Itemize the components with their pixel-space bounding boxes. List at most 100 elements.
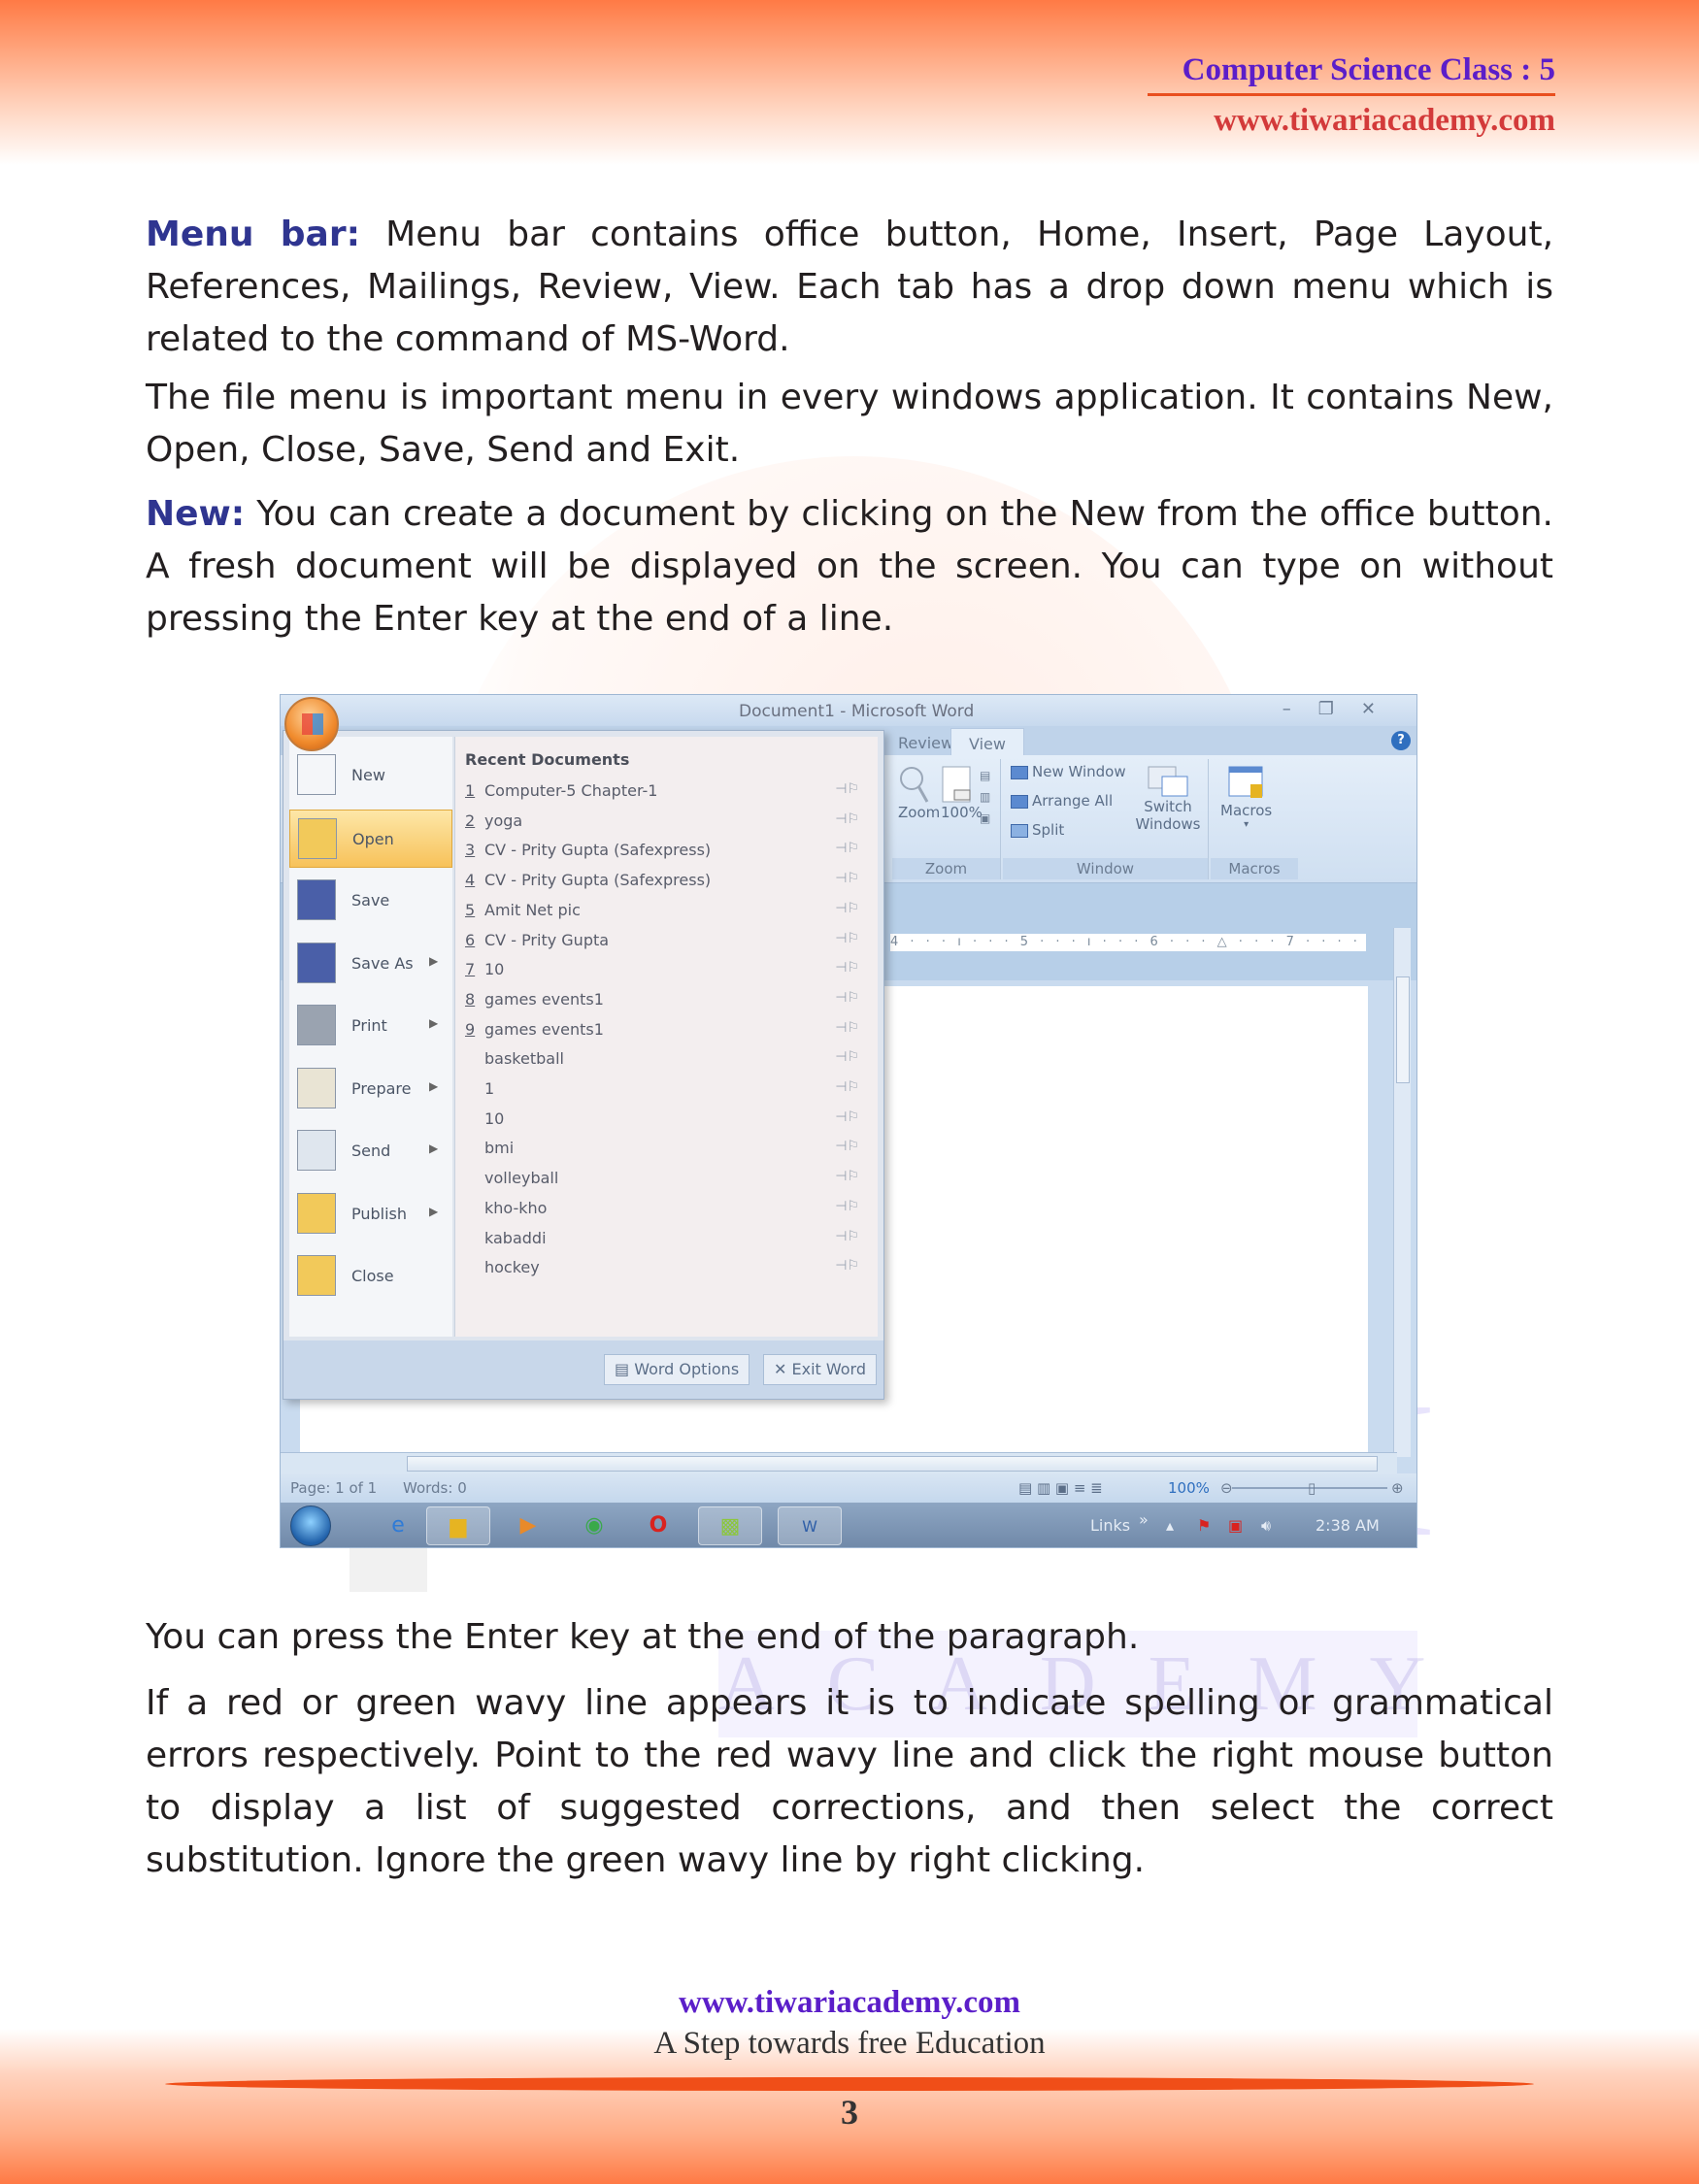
vertical-scroll-thumb[interactable] [1396,976,1410,1083]
new-window-icon [1011,765,1028,779]
exit-word-button[interactable]: ✕ Exit Word [763,1354,878,1385]
links-expand-icon[interactable]: » [1139,1510,1149,1529]
picture-viewer-icon[interactable]: ▩ [698,1506,762,1545]
office-menu-item[interactable]: Close [289,1247,452,1306]
zoom-button[interactable]: Zoom [898,765,940,821]
close-icon[interactable]: ✕ [1361,699,1403,719]
word-taskbar-icon[interactable]: W [778,1506,842,1545]
pin-icon[interactable]: ⊣⚐ [835,1258,859,1274]
recent-document-item[interactable]: 6 CV - Prity Gupta ⊣⚐ [465,931,863,960]
recent-document-item[interactable]: kho-kho ⊣⚐ [465,1199,863,1228]
recent-document-item[interactable]: hockey ⊣⚐ [465,1258,863,1287]
recent-document-name: bmi [484,1139,515,1158]
tab-review[interactable]: Review [898,734,953,752]
office-menu-item[interactable]: Save As ▶ [289,935,452,993]
office-menu-item[interactable]: Save [289,872,452,930]
recent-document-item[interactable]: 1 ⊣⚐ [465,1079,863,1109]
office-menu-item[interactable]: Publish ▶ [289,1185,452,1243]
split-icon [1011,823,1028,838]
zoom-out-icon[interactable]: ⊖ [1220,1479,1233,1497]
new-window-button[interactable]: New Window [1011,763,1126,780]
recent-document-item[interactable]: kabaddi ⊣⚐ [465,1229,863,1258]
macros-button[interactable]: Macros ▾ [1220,765,1272,830]
pin-icon[interactable]: ⊣⚐ [835,1229,859,1244]
zoom-group-label: Zoom [892,858,1000,879]
help-icon[interactable]: ? [1391,731,1411,750]
split-button[interactable]: Split [1011,821,1064,839]
recent-document-item[interactable]: 1 Computer-5 Chapter-1 ⊣⚐ [465,781,863,811]
zoom-100-button[interactable]: 100% [941,765,983,821]
recent-document-item[interactable]: basketball ⊣⚐ [465,1049,863,1078]
pin-icon[interactable]: ⊣⚐ [835,960,859,976]
pin-icon[interactable]: ⊣⚐ [835,931,859,946]
office-menu-item[interactable]: Send ▶ [289,1122,452,1180]
internet-explorer-icon[interactable]: e [378,1506,418,1545]
recent-document-item[interactable]: 8 games events1 ⊣⚐ [465,990,863,1019]
vertical-scrollbar[interactable] [1393,928,1411,1457]
view-mode-icons[interactable]: ▤ ▥ ▣ ≡ ≣ [1018,1479,1103,1497]
footer-url[interactable]: www.tiwariacademy.com [0,1985,1699,2021]
minimize-icon[interactable]: – [1283,699,1318,719]
submenu-arrow-icon: ▶ [429,1204,439,1218]
pin-icon[interactable]: ⊣⚐ [835,1169,859,1184]
chrome-icon[interactable]: ◉ [574,1506,615,1545]
pin-icon[interactable]: ⊣⚐ [835,1020,859,1036]
ribbon-group-macros: Macros ▾ Macros [1211,759,1298,879]
save-as-icon [297,942,336,983]
file-explorer-icon[interactable]: ▆ [426,1506,490,1545]
horizontal-ruler[interactable]: 4 · · · ı · · · 5 · · · ı · · · 6 · · · … [890,934,1366,951]
word-count: Words: 0 [403,1479,467,1497]
recent-document-item[interactable]: 4 CV - Prity Gupta (Safexpress) ⊣⚐ [465,871,863,900]
pin-icon[interactable]: ⊣⚐ [835,811,859,827]
zoom-in-icon[interactable]: ⊕ [1391,1479,1404,1497]
pin-icon[interactable]: ⊣⚐ [835,841,859,856]
network-icon[interactable]: ▣ [1228,1516,1243,1535]
recent-document-item[interactable]: 9 games events1 ⊣⚐ [465,1020,863,1049]
header-url[interactable]: www.tiwariacademy.com [1148,100,1555,141]
recent-document-item[interactable]: 5 Amit Net pic ⊣⚐ [465,901,863,930]
recent-document-item[interactable]: volleyball ⊣⚐ [465,1169,863,1198]
pin-icon[interactable]: ⊣⚐ [835,1049,859,1065]
pin-icon[interactable]: ⊣⚐ [835,781,859,797]
pin-icon[interactable]: ⊣⚐ [835,871,859,886]
recent-document-item[interactable]: 7 10 ⊣⚐ [465,960,863,989]
volume-icon[interactable]: 🔊︎ [1261,1516,1271,1536]
pin-icon[interactable]: ⊣⚐ [835,990,859,1006]
submenu-arrow-icon: ▶ [429,1016,439,1030]
recent-document-item[interactable]: 2 yoga ⊣⚐ [465,811,863,841]
page-view-icons[interactable]: ▤ ▥ ▣ [980,765,990,829]
arrange-all-button[interactable]: Arrange All [1011,792,1113,810]
opera-icon[interactable]: O [638,1506,679,1545]
office-menu-item[interactable]: Print ▶ [289,997,452,1055]
arrange-all-icon [1011,794,1028,809]
recent-document-item[interactable]: bmi ⊣⚐ [465,1139,863,1168]
clock[interactable]: 2:38 AM [1316,1516,1380,1535]
horizontal-scrollbar[interactable] [281,1452,1397,1473]
media-player-icon[interactable]: ▶ [508,1506,549,1545]
start-button[interactable] [290,1506,331,1546]
word-options-button[interactable]: ▤ Word Options [604,1354,750,1385]
recent-document-item[interactable]: 3 CV - Prity Gupta (Safexpress) ⊣⚐ [465,841,863,870]
restore-icon[interactable]: ❐ [1318,699,1361,719]
action-center-icon[interactable]: ⚑ [1197,1516,1211,1535]
header-divider [1148,93,1555,96]
pin-icon[interactable]: ⊣⚐ [835,1109,859,1125]
switch-windows-button[interactable]: Switch Windows [1133,765,1203,833]
pin-icon[interactable]: ⊣⚐ [835,1079,859,1095]
office-button[interactable] [284,697,339,751]
recent-document-item[interactable]: 10 ⊣⚐ [465,1109,863,1139]
horizontal-scroll-thumb[interactable] [407,1456,1378,1472]
zoom-slider-thumb[interactable]: ▯ [1308,1479,1316,1497]
pin-icon[interactable]: ⊣⚐ [835,901,859,916]
windows-taskbar: e ▆ ▶ ◉ O ▩ W Links » ▴ ⚑ ▣ 🔊︎ 2:38 AM [281,1503,1416,1547]
links-toolbar[interactable]: Links [1090,1516,1130,1535]
tray-expand-icon[interactable]: ▴ [1166,1516,1174,1535]
pin-icon[interactable]: ⊣⚐ [835,1199,859,1214]
recent-document-name: 10 [484,1109,505,1128]
recent-document-name: Amit Net pic [484,900,581,919]
pin-icon[interactable]: ⊣⚐ [835,1139,859,1154]
office-menu-item[interactable]: New [289,746,452,805]
office-menu-item[interactable]: Prepare ▶ [289,1060,452,1118]
submenu-arrow-icon: ▶ [429,953,439,968]
office-menu-item[interactable]: Open [289,809,452,868]
